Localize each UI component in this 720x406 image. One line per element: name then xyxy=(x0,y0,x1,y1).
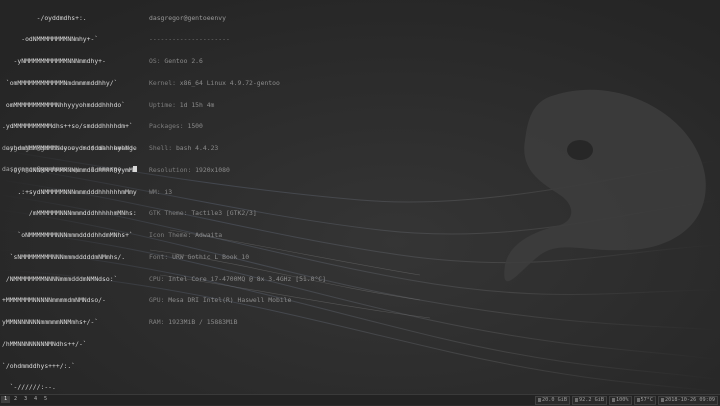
disk-status: 20.0 GiB xyxy=(535,395,571,405)
shell-prompt: dasgregor@gentoeenvy ~ $ xyxy=(2,143,99,152)
logo-line: /mMMMMMMNNNmmmdddhhhhhmMNhs: xyxy=(2,209,137,218)
info-value: bash 4.4.23 xyxy=(175,144,219,152)
user-host: dasgregor@gentoeenvy xyxy=(149,13,226,22)
info-value: Mesa DRI Intel(R) Haswell Mobile xyxy=(168,296,292,305)
info-value: Gentoo 2.6 xyxy=(164,57,203,65)
info-row-os: OS: Gentoo 2.6 xyxy=(149,57,326,65)
system-info: dasgregor@gentoeenvy -------------------… xyxy=(149,0,326,341)
logo-line: -yNMMMMMMMMMMMNNNmmdhy+- xyxy=(2,57,106,65)
terminal-window[interactable]: -/oyddmdhs+:. -odNMMMMMMMMNNmhy+-` -yNMM… xyxy=(2,0,718,394)
i3-status-bar: 1 2 3 4 5 20.0 GiB 92.2 GiB 100% 57°C 20… xyxy=(0,394,720,405)
info-row-ram: RAM: 1923MiB / 15883MiB xyxy=(149,318,326,326)
info-value: i3 xyxy=(164,187,173,196)
info-key: Shell: xyxy=(149,144,176,152)
info-row-gtk-theme: GTK Theme: Tactile3 [GTK2/3] xyxy=(149,210,326,217)
temperature-value: 57°C xyxy=(640,397,654,403)
info-key: GPU: xyxy=(149,296,169,305)
workspace-button-4[interactable]: 4 xyxy=(31,396,40,403)
info-value: 1500 xyxy=(187,122,203,131)
thermometer-icon xyxy=(636,398,640,402)
info-row-gpu: GPU: Mesa DRI Intel(R) Haswell Mobile xyxy=(149,297,326,304)
logo-line: `oNMMMMMMMNNNmmmddddhhdmMNhs+` xyxy=(2,231,133,239)
info-key: Uptime: xyxy=(149,100,180,109)
disk-icon xyxy=(538,398,542,402)
status-blocks: 20.0 GiB 92.2 GiB 100% 57°C 2018-10-26 0… xyxy=(535,395,718,405)
logo-line: yMMNNNNNNNmmmmmNNMmhs+/-` xyxy=(2,318,99,326)
info-row-kernel: Kernel: x86_64 Linux 4.9.72-gentoo xyxy=(149,78,326,87)
workspace-button-3[interactable]: 3 xyxy=(21,396,30,403)
info-key: CPU: xyxy=(149,274,169,283)
command-history: dasgregor@gentoeenvy ~ $ man emerge dasg… xyxy=(2,130,137,188)
info-row-font: Font: URW Gothic L Book 10 xyxy=(149,252,326,261)
logo-line: /NMMMMMMMMNNNNmmmdddmNMNdso:` xyxy=(2,274,118,283)
logo-line: /hMMNNNNNNNNMNdhs++/-` xyxy=(2,339,87,348)
info-row-wm: WM: i3 xyxy=(149,187,326,196)
info-value: URW Gothic L Book 10 xyxy=(172,252,250,261)
logo-line: -/oyddmdhs+:. xyxy=(2,13,87,22)
gentoo-ascii-logo: -/oyddmdhs+:. -odNMMMMMMMMNNmhy+-` -yNMM… xyxy=(2,0,137,406)
info-value: Tactile3 [GTK2/3] xyxy=(191,209,257,218)
command-text: man emerge xyxy=(98,143,137,152)
info-row-uptime: Uptime: 1d 15h 4m xyxy=(149,100,326,109)
logo-line: omMMMMMMMMMMMNhhyyyohmdddhhhdo` xyxy=(2,100,126,109)
workspace-button-1[interactable]: 1 xyxy=(1,396,10,403)
workspace-button-2[interactable]: 2 xyxy=(11,396,20,403)
info-value: Intel Core i7-4700MQ @ 8x 3.4GHz [51.0°C… xyxy=(168,274,326,283)
info-key: RAM: xyxy=(149,318,169,326)
logo-line: `sNMMMMMMMMNNNmmmdddddmNMmhs/. xyxy=(2,252,126,261)
logo-line: `-//////:--. xyxy=(2,383,56,392)
temperature-status: 57°C xyxy=(633,395,657,405)
command-input[interactable]: emerge -- xyxy=(98,165,133,173)
logo-line: -odNMMMMMMMMNNmhy+-` xyxy=(2,35,99,44)
memory-value: 92.2 GiB xyxy=(579,397,605,403)
info-row-shell: Shell: bash 4.4.23 xyxy=(149,144,326,152)
command-line: dasgregor@gentoeenvy ~ $ man emerge xyxy=(2,143,137,152)
logo-line: .:+sydNMMMMMNNNmmmdddhhhhhhmMmy xyxy=(2,187,137,196)
battery-value: 100% xyxy=(616,397,629,403)
info-value: 1d 15h 4m xyxy=(179,100,215,109)
shell-prompt: dasgregor@gentoeenvy ~ $ xyxy=(2,165,99,174)
memory-status: 92.2 GiB xyxy=(572,395,608,405)
info-value: 1920x1080 xyxy=(195,165,230,174)
logo-line: +MMMMMMMNNNNNmmmmdmNMNdso/- xyxy=(2,296,106,305)
clock-value: 2018-10-26 09:09 xyxy=(665,397,715,403)
info-key: WM: xyxy=(149,187,165,196)
workspace-button-5[interactable]: 5 xyxy=(41,396,50,403)
memory-icon xyxy=(575,398,579,402)
info-key: Resolution: xyxy=(149,165,196,174)
info-key: Icon Theme: xyxy=(149,231,196,239)
info-key: GTK Theme: xyxy=(149,209,192,218)
info-separator: --------------------- xyxy=(149,35,230,44)
info-value: x86_64 Linux 4.9.72-gentoo xyxy=(179,78,280,87)
clock-icon xyxy=(661,398,665,402)
clock-status[interactable]: 2018-10-26 09:09 xyxy=(658,395,718,405)
info-row-resolution: Resolution: 1920x1080 xyxy=(149,165,326,174)
disk-value: 20.0 GiB xyxy=(542,397,568,403)
logo-line: `omMMMMMMMMMMMMNmdmmmmddhhy/` xyxy=(2,78,118,87)
info-key: Packages: xyxy=(149,122,188,131)
info-row-packages: Packages: 1500 xyxy=(149,123,326,130)
info-value: Adwaita xyxy=(195,231,223,239)
command-line-active[interactable]: dasgregor@gentoeenvy ~ $ emerge -- xyxy=(2,166,137,173)
info-key: Font: xyxy=(149,252,173,261)
info-key: Kernel: xyxy=(149,78,180,87)
battery-status: 100% xyxy=(609,395,632,405)
info-value: 1923MiB / 15883MiB xyxy=(168,318,238,326)
battery-icon xyxy=(612,398,616,402)
logo-line: `/ohdmmddhys+++/:.` xyxy=(2,361,76,370)
info-row-icon-theme: Icon Theme: Adwaita xyxy=(149,231,326,239)
info-key: OS: xyxy=(149,57,165,65)
text-cursor xyxy=(132,166,137,173)
info-row-cpu: CPU: Intel Core i7-4700MQ @ 8x 3.4GHz [5… xyxy=(149,274,326,283)
